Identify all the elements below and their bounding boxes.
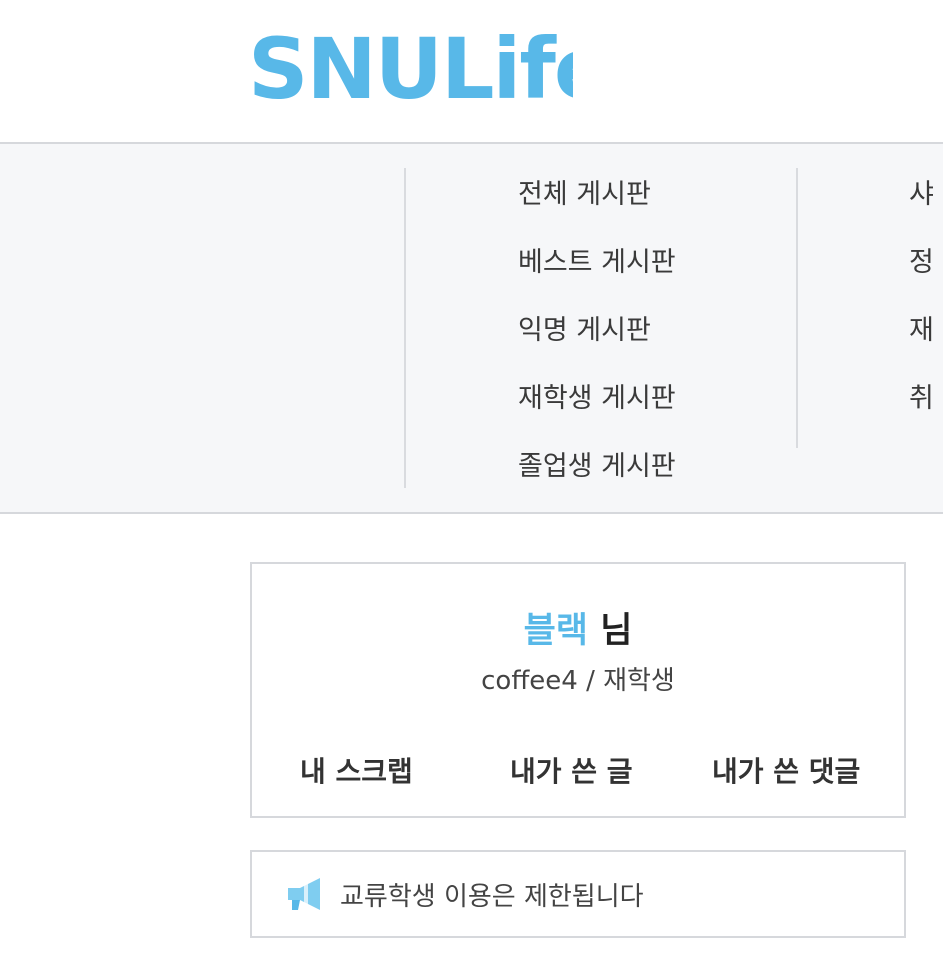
menu-item-best-board[interactable]: 베스트 게시판 — [518, 240, 676, 308]
site-header: SNULife — [0, 0, 943, 144]
menu-item-student-board[interactable]: 재학생 게시판 — [518, 376, 676, 444]
user-profile-card: 블랙 님 coffee4 / 재학생 내 스크랩 내가 쓴 글 내가 쓴 댓글 — [250, 562, 906, 818]
menu-item[interactable]: 취 — [909, 376, 934, 444]
user-nickname[interactable]: 블랙 — [524, 611, 588, 651]
menu-item[interactable]: 재 — [909, 308, 934, 376]
menu-item-alumni-board[interactable]: 졸업생 게시판 — [518, 444, 676, 512]
my-scrap-link[interactable]: 내 스크랩 — [300, 750, 413, 790]
menu-divider — [404, 168, 406, 488]
snulife-logo[interactable]: SNULife — [248, 18, 573, 108]
honorific: 님 — [600, 611, 633, 651]
board-menu-column-2: 샤 정 재 취 — [909, 172, 934, 444]
board-menu-column-1: 전체 게시판 베스트 게시판 익명 게시판 재학생 게시판 졸업생 게시판 — [518, 172, 676, 512]
menu-divider — [796, 168, 798, 448]
menu-item-all-board[interactable]: 전체 게시판 — [518, 172, 676, 240]
menu-item[interactable]: 정 — [909, 240, 934, 308]
notice-box: 교류학생 이용은 제한됩니다 — [250, 850, 906, 938]
my-posts-link[interactable]: 내가 쓴 글 — [510, 750, 633, 790]
my-comments-link[interactable]: 내가 쓴 댓글 — [712, 750, 860, 790]
user-id: coffee4 — [481, 666, 578, 696]
user-status: 재학생 — [603, 666, 675, 696]
megaphone-icon — [288, 878, 320, 910]
user-info: coffee4 / 재학생 — [252, 660, 904, 697]
user-greeting: 블랙 님 — [252, 602, 904, 653]
svg-text:SNULife: SNULife — [248, 20, 573, 108]
notice-text: 교류학생 이용은 제한됩니다 — [340, 882, 644, 912]
menu-item-anonymous-board[interactable]: 익명 게시판 — [518, 308, 676, 376]
board-menu: 전체 게시판 베스트 게시판 익명 게시판 재학생 게시판 졸업생 게시판 샤 … — [0, 144, 943, 514]
user-links: 내 스크랩 내가 쓴 글 내가 쓴 댓글 — [252, 750, 904, 800]
separator: / — [586, 666, 595, 696]
menu-item[interactable]: 샤 — [909, 172, 934, 240]
